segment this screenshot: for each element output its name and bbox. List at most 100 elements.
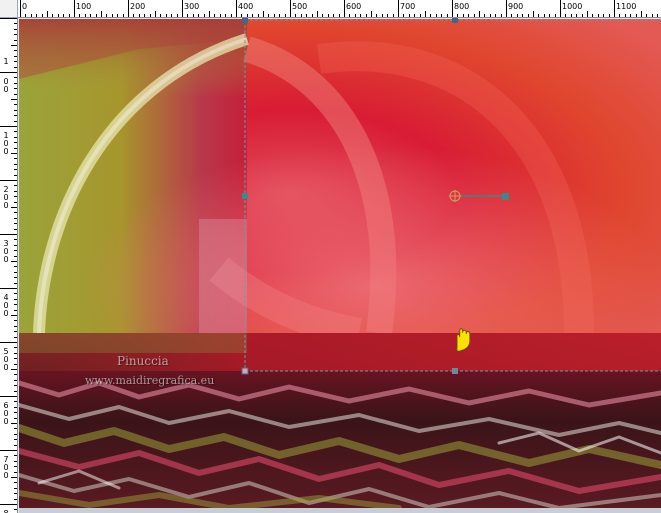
horizontal-ruler[interactable]: 0 100 200 300 400 500 600 700 800 900 1000 1100 (18, 0, 661, 18)
ruler-tick (268, 14, 270, 17)
ruler-tick (587, 11, 588, 17)
ruler-tick (446, 14, 448, 17)
ruler-tick (14, 109, 17, 111)
ruler-tick (230, 14, 232, 17)
ruler-tick (25, 14, 27, 17)
ruler-tick (592, 14, 594, 17)
ruler-tick (14, 104, 17, 106)
ruler-tick (554, 14, 556, 17)
ruler-tick (52, 14, 54, 17)
ruler-tick (635, 14, 637, 17)
ruler-tick (14, 498, 17, 500)
ruler-tick (30, 14, 32, 17)
ruler-tick (376, 14, 378, 17)
ruler-tick (327, 14, 329, 17)
ruler-tick (14, 336, 17, 338)
ruler-tick (0, 18, 17, 19)
ruler-tick (311, 14, 313, 17)
rotation-handle[interactable] (502, 193, 509, 200)
ruler-tick (171, 14, 173, 17)
ruler-tick (14, 93, 17, 95)
ruler-tick (263, 11, 264, 17)
ruler-tick (14, 77, 17, 79)
ruler-label: 600 (346, 2, 362, 11)
ruler-tick (14, 34, 17, 36)
ruler-tick (14, 347, 17, 349)
watermark: Pinuccia www.maidiregrafica.eu (85, 351, 285, 391)
ruler-tick (14, 271, 17, 273)
ruler-tick (14, 88, 17, 90)
handle-top-middle[interactable] (452, 18, 458, 23)
ruler-tick (14, 142, 17, 144)
ruler-tick (138, 14, 140, 17)
ruler-label: 600 (3, 401, 9, 426)
ruler-tick (14, 239, 17, 241)
ruler-tick (14, 169, 17, 171)
ruler-tick (500, 14, 502, 17)
ruler-label: 300 (184, 2, 200, 11)
ruler-tick (338, 14, 340, 17)
ruler-tick (0, 288, 17, 289)
ruler-tick (549, 14, 551, 17)
ruler-tick (14, 406, 17, 408)
ruler-tick (0, 234, 17, 235)
ruler-tick (284, 14, 286, 17)
ruler-tick (290, 0, 291, 17)
ruler-tick (14, 293, 17, 295)
ruler-tick (219, 14, 221, 17)
ruler-tick (14, 61, 17, 63)
ruler-tick (619, 14, 621, 17)
handle-bottom-middle[interactable] (452, 368, 458, 374)
ruler-tick (14, 487, 17, 489)
ruler-tick (489, 14, 491, 17)
ruler-tick (0, 342, 17, 343)
handle-top-left[interactable] (242, 18, 248, 23)
ruler-tick (128, 0, 129, 17)
ruler-tick (14, 358, 17, 360)
ruler-tick (149, 14, 151, 17)
ruler-tick (430, 14, 432, 17)
ruler-tick (14, 444, 17, 446)
ruler-tick (57, 14, 59, 17)
ruler-tick (306, 14, 308, 17)
ruler-tick (90, 14, 92, 17)
ruler-tick (14, 455, 17, 457)
ruler-label: 900 (508, 2, 524, 11)
ruler-tick (14, 201, 17, 203)
ruler-tick (479, 11, 480, 17)
ruler-tick (14, 482, 17, 484)
ruler-tick (14, 185, 17, 187)
ruler-tick (14, 309, 17, 311)
ruler-tick (14, 417, 17, 419)
ruler-tick (14, 131, 17, 133)
ruler-tick (11, 207, 17, 208)
ruler-tick (322, 14, 324, 17)
handle-middle-left[interactable] (242, 193, 248, 199)
ruler-tick (133, 14, 135, 17)
vertical-ruler[interactable]: 100100200300400500600700800 (0, 18, 18, 513)
image-canvas[interactable]: Pinuccia www.maidiregrafica.eu (19, 19, 661, 508)
ruler-label: 800 (454, 2, 470, 11)
ruler-tick (11, 315, 17, 316)
ruler-tick (484, 14, 486, 17)
ruler-tick (236, 0, 237, 17)
ruler-tick (317, 11, 318, 17)
ruler-tick (398, 0, 399, 17)
ruler-tick (365, 14, 367, 17)
ruler-tick (14, 50, 17, 52)
ruler-tick (473, 14, 475, 17)
ruler-tick (300, 14, 302, 17)
ruler-tick (14, 385, 17, 387)
ruler-tick (0, 72, 17, 73)
handle-bottom-left[interactable] (241, 367, 249, 375)
ruler-tick (516, 14, 518, 17)
ruler-tick (14, 363, 17, 365)
ruler-tick (381, 14, 383, 17)
ruler-tick (192, 14, 194, 17)
ruler-tick (392, 14, 394, 17)
ruler-label: 100 (3, 131, 9, 156)
ruler-tick (176, 14, 178, 17)
ruler-tick (565, 14, 567, 17)
ruler-tick (225, 14, 227, 17)
ruler-tick (371, 11, 372, 17)
